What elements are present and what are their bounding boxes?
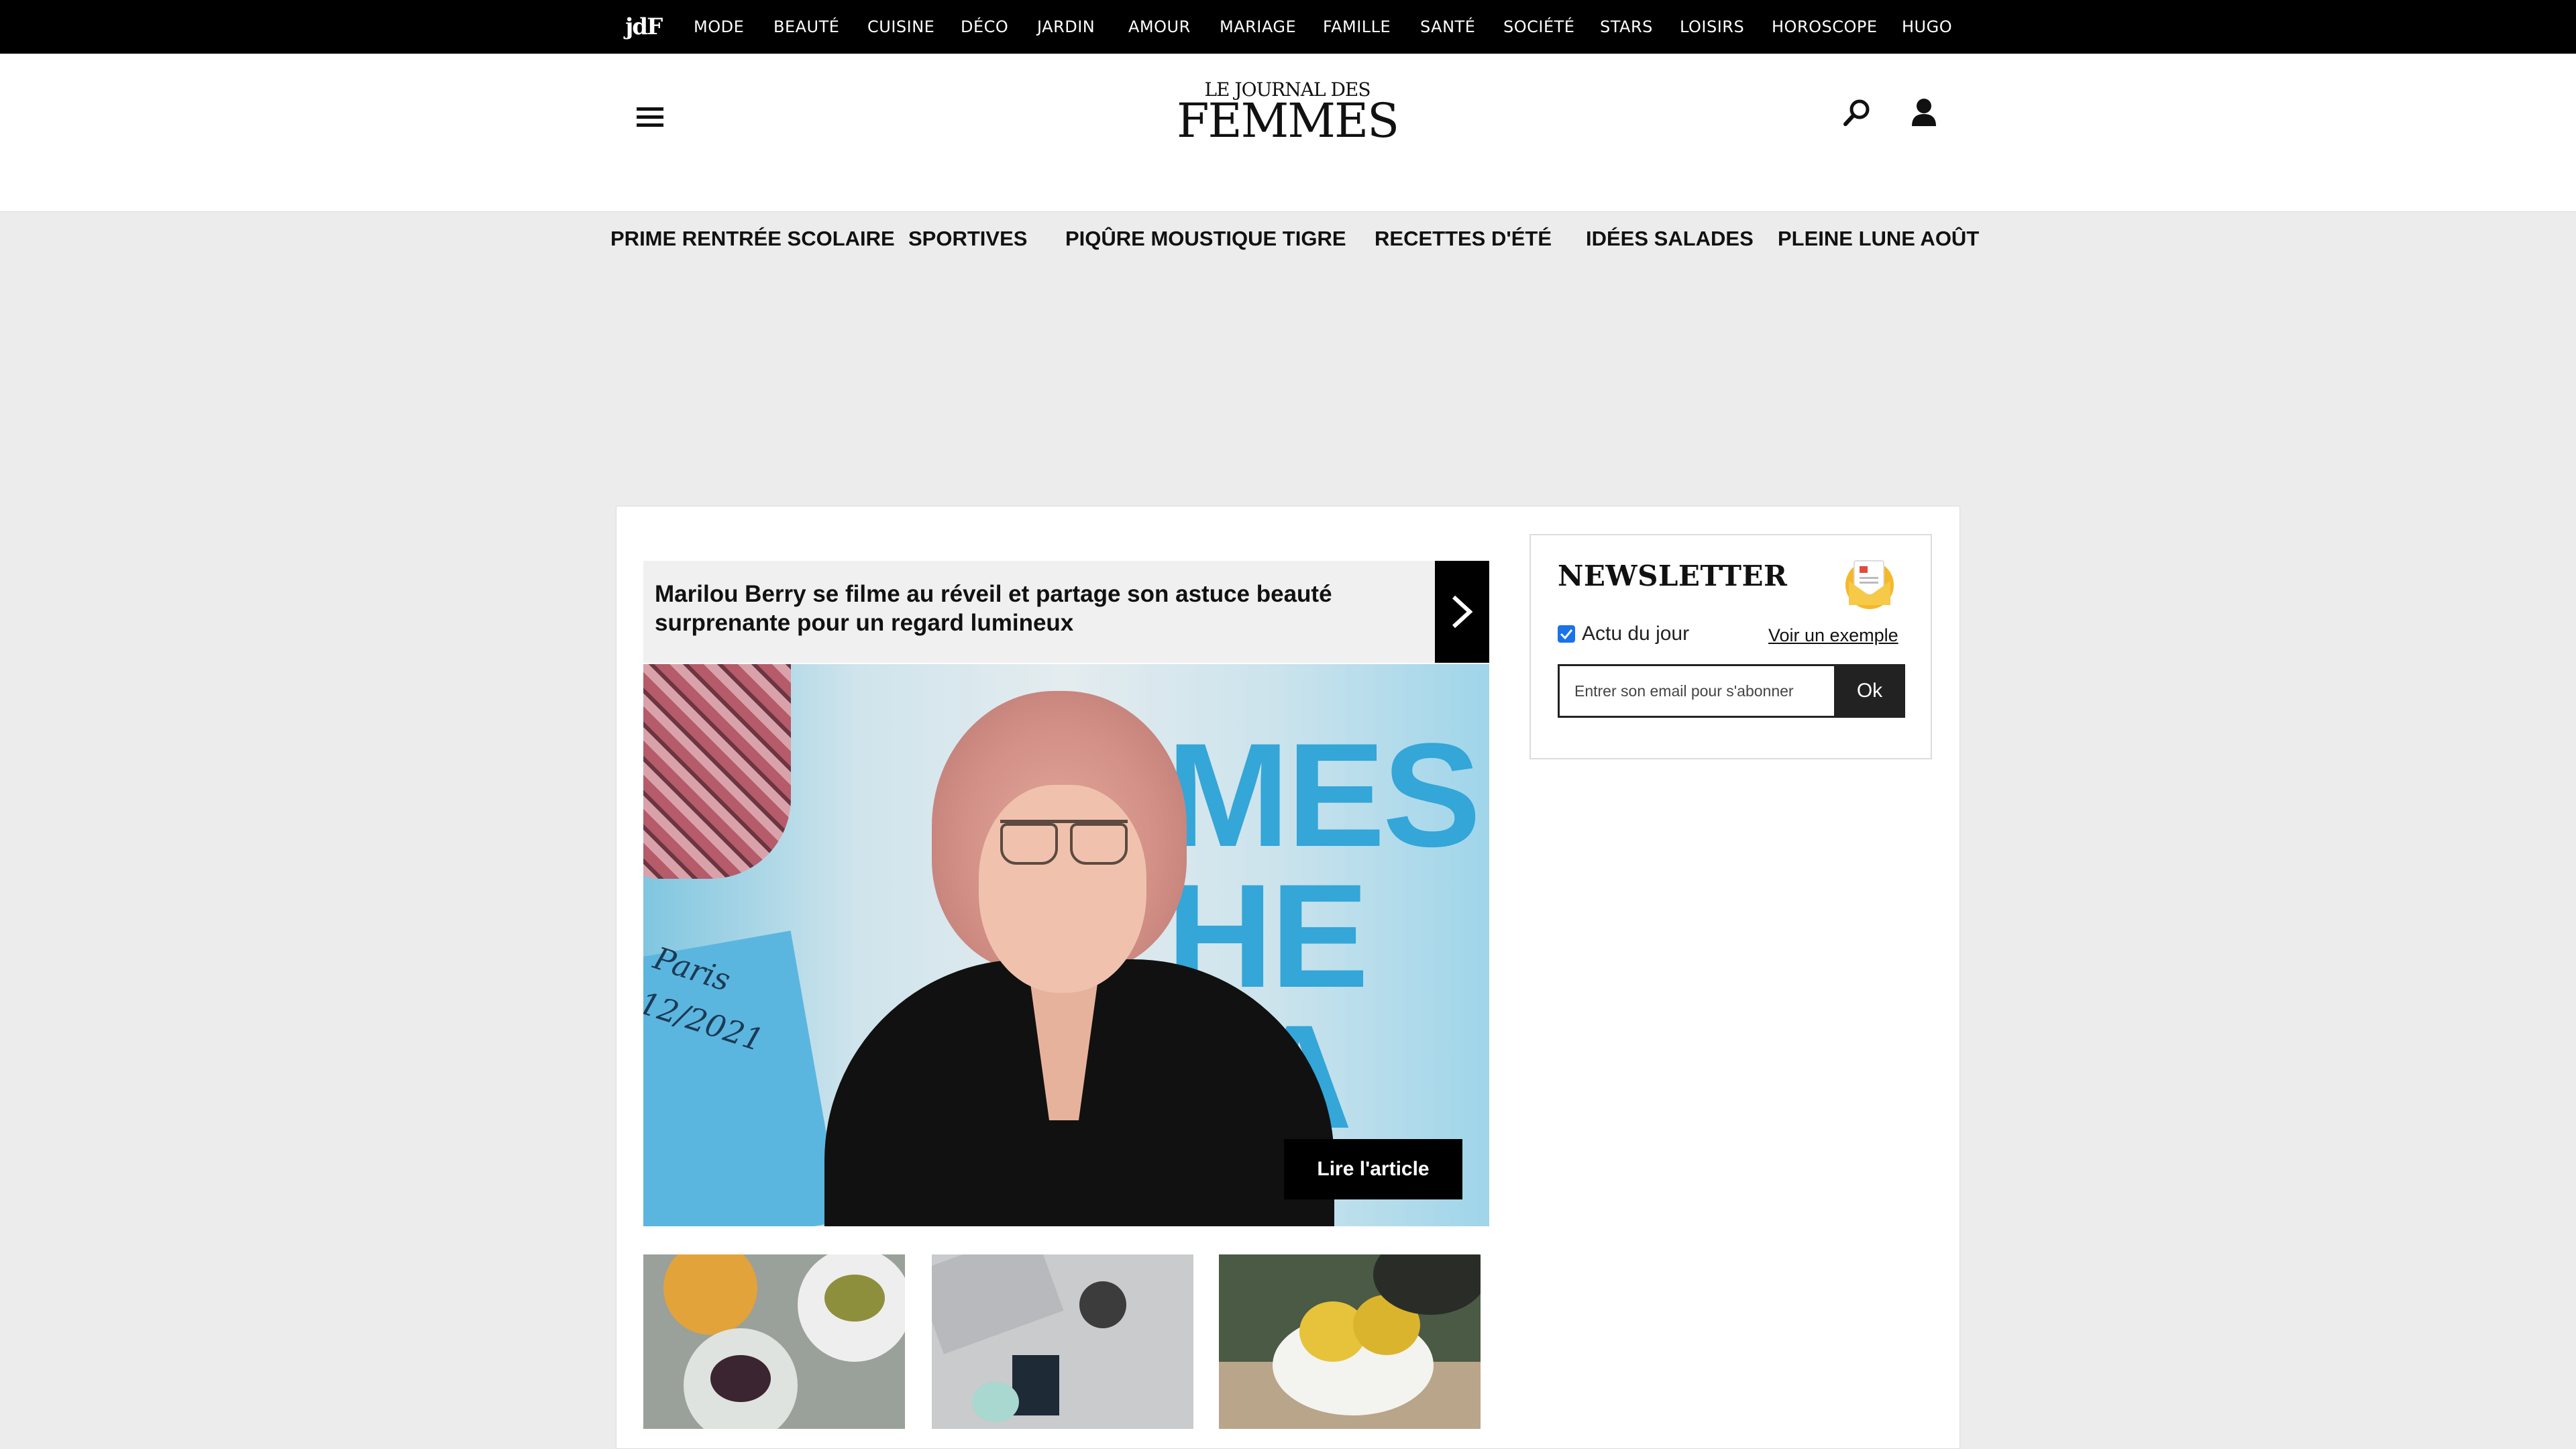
nav-item-cuisine[interactable]: CUISINE	[867, 0, 934, 54]
newsletter-email-input[interactable]: Entrer son email pour s'abonner	[1558, 664, 1834, 718]
image-plaid-sleeve	[643, 664, 791, 879]
trending-link-piqure-moustique[interactable]: PIQÛRE MOUSTIQUE TIGRE	[1065, 220, 1346, 258]
image-person-glasses	[1000, 820, 1128, 865]
trending-link-pleine-lune[interactable]: PLEINE LUNE AOÛT	[1778, 220, 1979, 258]
dark-olives-shape	[710, 1355, 771, 1402]
top-navigation-bar: jdF MODE BEAUTÉ CUISINE DÉCO JARDIN AMOU…	[0, 0, 2576, 54]
trending-link-recettes-ete[interactable]: RECETTES D'ÉTÉ	[1375, 220, 1552, 258]
newsletter-widget: NEWSLETTER Actu du jour Voir un exemple …	[1529, 534, 1932, 759]
brand-main-text: FEMMES	[1176, 93, 1399, 148]
nav-item-mariage[interactable]: MARIAGE	[1220, 0, 1296, 54]
passport-shape	[1012, 1355, 1059, 1415]
nav-item-amour[interactable]: AMOUR	[1128, 0, 1191, 54]
article-thumbnail-olives[interactable]	[643, 1254, 905, 1429]
nav-item-deco[interactable]: DÉCO	[961, 0, 1008, 54]
trending-link-sportives[interactable]: SPORTIVES	[908, 220, 1027, 258]
next-article-button[interactable]	[1435, 561, 1489, 663]
user-account-icon[interactable]	[1909, 97, 1939, 129]
laptop-shape	[932, 1254, 1064, 1354]
nav-item-sante[interactable]: SANTÉ	[1420, 0, 1475, 54]
featured-headline[interactable]: Marilou Berry se filme au réveil et part…	[655, 580, 1406, 637]
nav-item-horoscope[interactable]: HOROSCOPE	[1772, 0, 1878, 54]
bowl-oil-shape	[663, 1254, 757, 1335]
green-olives-shape	[824, 1275, 885, 1322]
nav-item-beaute[interactable]: BEAUTÉ	[773, 0, 839, 54]
camera-shape	[1079, 1281, 1126, 1328]
read-article-button[interactable]: Lire l'article	[1284, 1139, 1462, 1199]
newsletter-checkbox-label[interactable]: Actu du jour	[1582, 623, 1689, 645]
image-person-face	[979, 785, 1146, 993]
article-thumbnail-travel[interactable]	[932, 1254, 1193, 1429]
nav-item-famille[interactable]: FAMILLE	[1323, 0, 1391, 54]
nav-item-loisirs[interactable]: LOISIRS	[1680, 0, 1744, 54]
nav-item-mode[interactable]: MODE	[694, 0, 744, 54]
nav-item-jardin[interactable]: JARDIN	[1037, 0, 1095, 54]
chevron-right-icon	[1452, 595, 1473, 629]
newsletter-title: NEWSLETTER	[1558, 559, 1788, 592]
newsletter-checkbox[interactable]	[1558, 625, 1575, 643]
site-header: LE JOURNAL DES FEMMES PRIME RENTRÉE SCOL…	[0, 54, 2576, 250]
newsletter-example-link[interactable]: Voir un exemple	[1768, 625, 1898, 646]
trending-link-prime-rentree[interactable]: PRIME RENTRÉE SCOLAIRE	[610, 220, 895, 258]
newsletter-submit-button[interactable]: Ok	[1834, 664, 1905, 718]
site-logo-small[interactable]: jdF	[625, 12, 663, 42]
trending-link-idees-salades[interactable]: IDÉES SALADES	[1586, 220, 1754, 258]
nav-item-societe[interactable]: SOCIÉTÉ	[1503, 0, 1574, 54]
nav-item-hugo[interactable]: HUGO	[1902, 0, 1952, 54]
site-logo[interactable]: LE JOURNAL DES FEMMES	[1170, 80, 1405, 148]
search-icon[interactable]	[1842, 98, 1872, 127]
nav-item-stars[interactable]: STARS	[1600, 0, 1653, 54]
newsletter-envelope-icon	[1839, 551, 1900, 612]
instant-camera-shape	[972, 1382, 1019, 1422]
featured-headline-box[interactable]: Marilou Berry se filme au réveil et part…	[643, 561, 1435, 663]
menu-icon[interactable]	[635, 103, 665, 133]
article-thumbnail-recipe[interactable]	[1219, 1254, 1481, 1429]
